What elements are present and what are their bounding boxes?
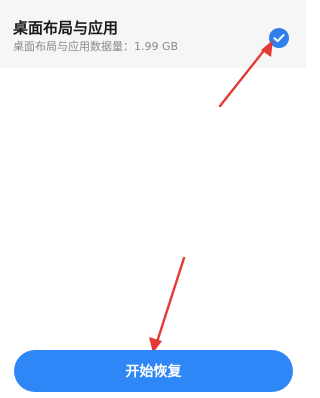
item-title: 桌面布局与应用: [13, 19, 119, 37]
checkmark-icon: [273, 34, 285, 43]
annotation-arrow-to-button: [149, 256, 186, 353]
item-checkbox[interactable]: [269, 28, 289, 48]
start-restore-button[interactable]: 开始恢复: [14, 350, 293, 392]
item-data-size: 桌面布局与应用数据量：1.99 GB: [13, 40, 179, 53]
restore-item-row[interactable]: 桌面布局与应用 桌面布局与应用数据量：1.99 GB: [0, 0, 306, 68]
